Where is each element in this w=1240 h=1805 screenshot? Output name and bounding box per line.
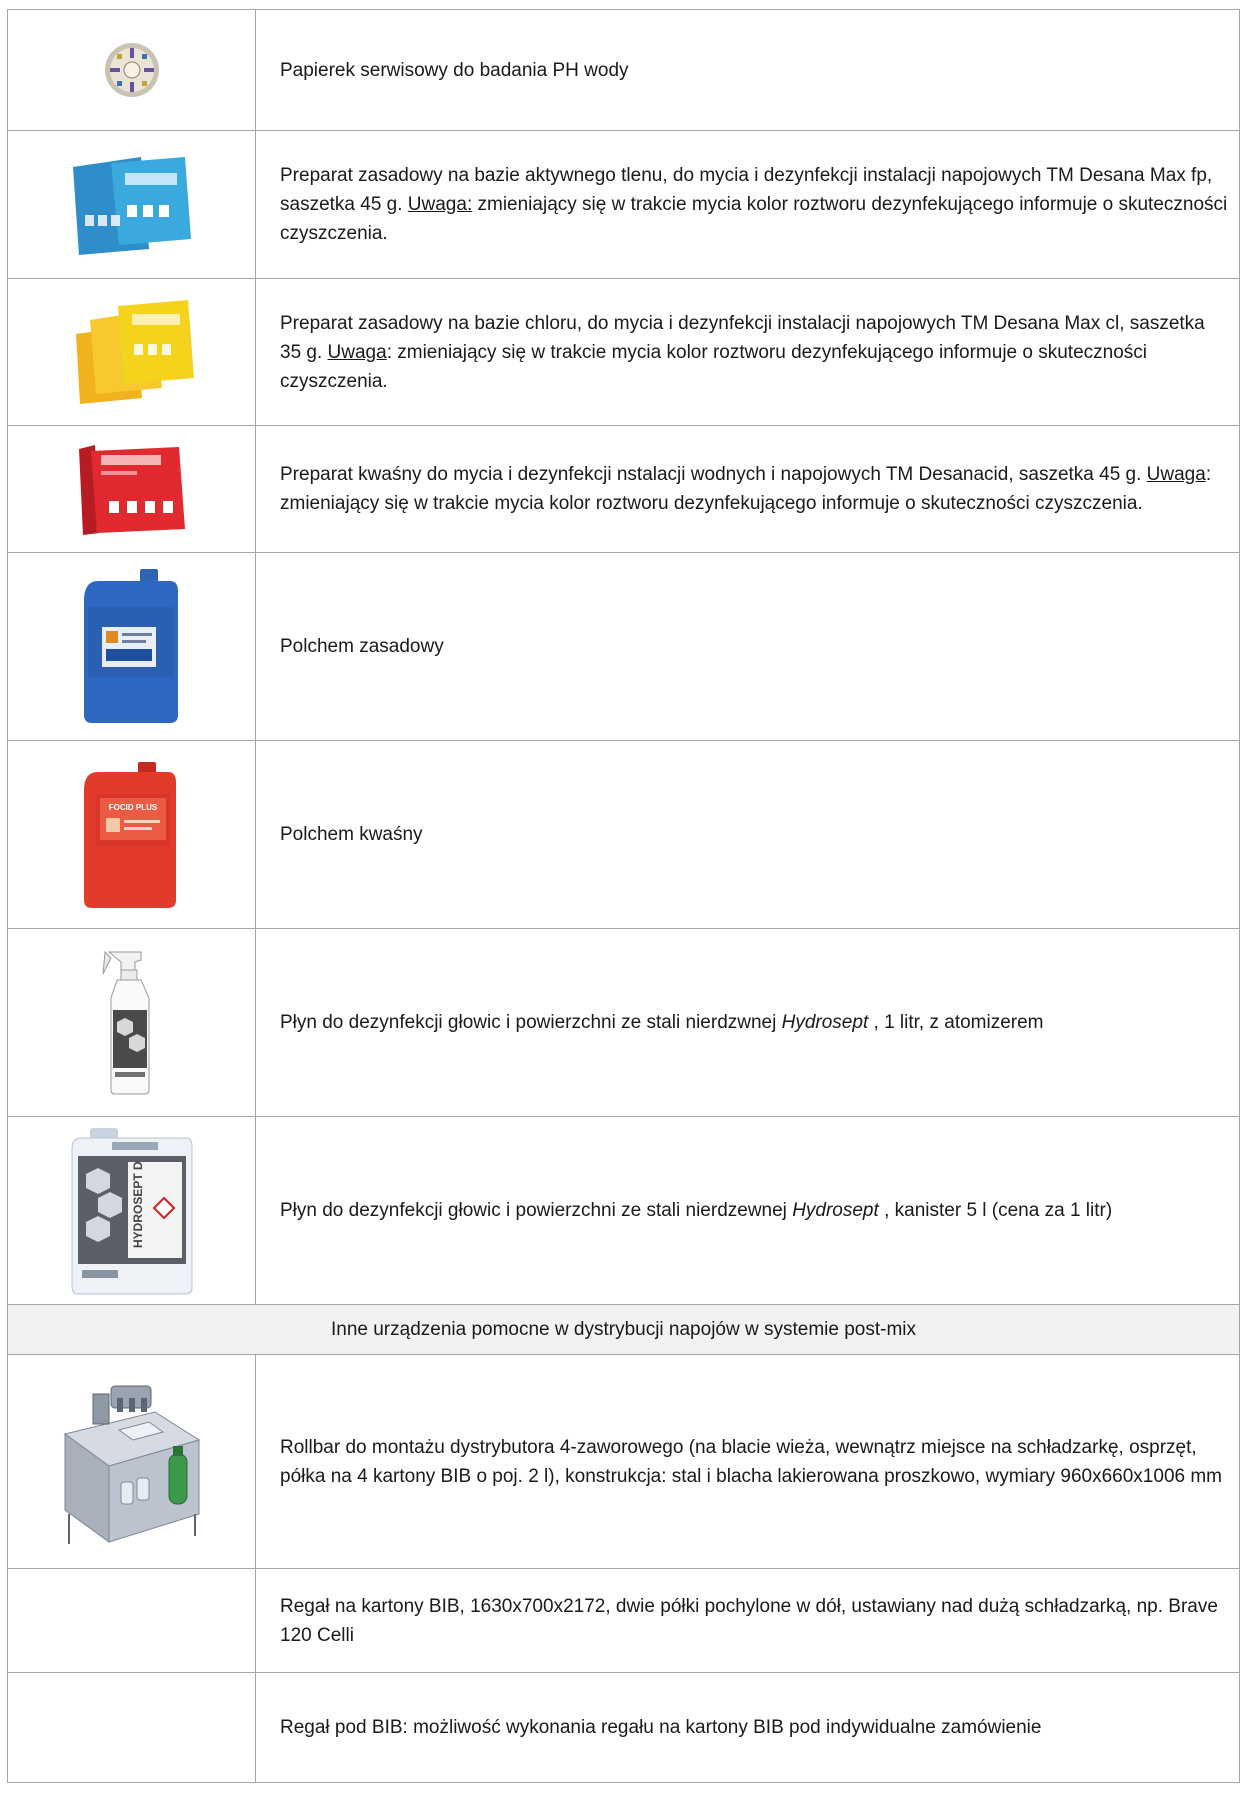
product-table-frame: Papierek serwisowy do badania PH wody Pr… [7,9,1240,1783]
product-image-cell: FOCID PLUS [7,740,256,929]
table-row: Regał na kartony BIB, 1630x700x2172, dwi… [7,1568,1240,1673]
product-description: Polchem zasadowy [255,552,1240,741]
description-text: Regał pod BIB: możliwość wykonania regał… [280,1717,1042,1738]
product-description: Płyn do dezynfekcji głowic i powierzchni… [255,928,1240,1117]
product-description: Regał na kartony BIB, 1630x700x2172, dwi… [255,1568,1240,1673]
product-image-cell: HYDROSEPT D [7,1116,256,1305]
product-table: Papierek serwisowy do badania PH wody Pr… [7,9,1240,1783]
description-text: Płyn do dezynfekcji głowic i powierzchni… [280,1012,782,1033]
blue-canister-image [83,568,178,723]
spray-bottle-image [102,950,149,1094]
product-description: Rollbar do montażu dystrybutora 4-zaworo… [255,1354,1240,1569]
red-canister-image: FOCID PLUS [83,761,176,908]
desana-max-fp-image [72,156,191,255]
desana-max-cl-image [75,300,194,404]
product-description: Preparat zasadowy na bazie chloru, do my… [255,278,1240,426]
table-row: Papierek serwisowy do badania PH wody [7,9,1240,131]
product-description: Regał pod BIB: możliwość wykonania regał… [255,1672,1240,1783]
table-row: Polchem zasadowy [7,552,1240,741]
table-row: Preparat kwaśny do mycia i dezynfekcji n… [7,425,1240,553]
product-image-cell [7,425,256,553]
product-image-cell [7,9,256,131]
table-row: FOCID PLUS Polchem kwaśny [7,740,1240,929]
description-text: : zmieniający się w trakcie mycia kolor … [280,341,1148,392]
description-text: Płyn do dezynfekcji głowic i powierzchni… [280,1200,793,1221]
table-row: Preparat zasadowy na bazie chloru, do my… [7,278,1240,426]
section-header-row: Inne urządzenia pomocne w dystrybucji na… [7,1304,1240,1355]
description-text: Rollbar do montażu dystrybutora 4-zaworo… [280,1436,1223,1487]
product-image-cell [7,1568,256,1673]
rollbar-cabinet-image [63,1385,200,1544]
note-label: Uwaga [327,341,387,363]
description-text: Polchem zasadowy [280,636,444,657]
note-label: Uwaga [1146,464,1206,485]
description-text: , 1 litr, z atomizerem [868,1012,1044,1033]
table-row: Preparat zasadowy na bazie aktywnego tle… [7,130,1240,279]
product-image-cell [7,278,256,426]
description-text: , kanister 5 l (cena za 1 litr) [878,1200,1113,1221]
product-description: Preparat kwaśny do mycia i dezynfekcji n… [255,425,1240,553]
product-image-cell [7,552,256,741]
product-image-cell [7,1354,256,1569]
product-description: Papierek serwisowy do badania PH wody [255,9,1240,131]
product-name: Hydrosept [781,1012,869,1033]
product-name: Hydrosept [792,1200,879,1221]
product-image-cell [7,1672,256,1783]
section-header: Inne urządzenia pomocne w dystrybucji na… [7,1304,1240,1355]
white-canister-image: HYDROSEPT D [71,1127,192,1294]
table-row: Rollbar do montażu dystrybutora 4-zaworo… [7,1354,1240,1569]
description-text: Regał na kartony BIB, 1630x700x2172, dwi… [280,1595,1218,1646]
product-image-cell [7,928,256,1117]
desanacid-image [78,445,185,535]
product-description: Preparat zasadowy na bazie aktywnego tle… [255,130,1240,279]
canister-label: HYDROSEPT D [131,1160,145,1247]
table-row: Płyn do dezynfekcji głowic i powierzchni… [7,928,1240,1117]
product-description: Płyn do dezynfekcji głowic i powierzchni… [255,1116,1240,1305]
description-text: Polchem kwaśny [280,824,423,845]
note-label: Uwaga: [407,194,473,215]
canister-label: FOCID PLUS [108,803,157,812]
product-description: Polchem kwaśny [255,740,1240,929]
table-row: HYDROSEPT D Płyn do dezynfekcji głowic i… [7,1116,1240,1305]
description-text: Preparat kwaśny do mycia i dezynfekcji n… [280,464,1147,485]
ph-test-paper-image [104,43,159,97]
table-row: Regał pod BIB: możliwość wykonania regał… [7,1672,1240,1783]
product-image-cell [7,130,256,279]
description-text: Papierek serwisowy do badania PH wody [280,59,629,81]
